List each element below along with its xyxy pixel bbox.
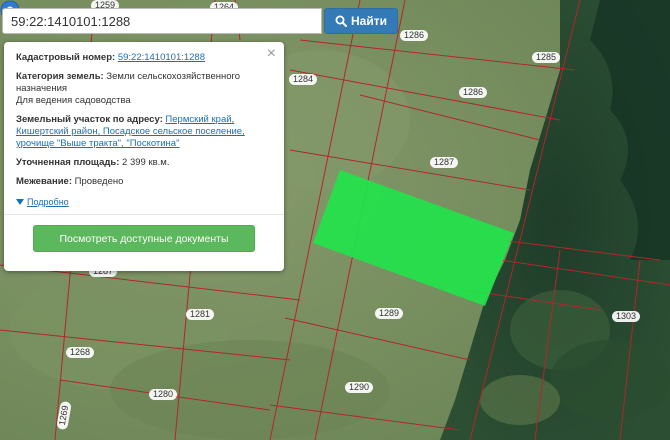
area-label: Уточненная площадь: (16, 157, 120, 168)
parcel-label: 1285 (532, 52, 561, 63)
search-button[interactable]: Найти (324, 8, 398, 34)
parcel-label: 1287 (430, 157, 459, 168)
land-category-label: Категория земель: (16, 71, 104, 82)
parcel-info-popup: × Кадастровый номер: 59:22:1410101:1288 … (4, 42, 284, 271)
cadastral-number-label: Кадастровый номер: (16, 52, 116, 63)
area-row: Уточненная площадь: 2 399 кв.м. (16, 157, 272, 169)
parcel-label: 1280 (149, 389, 178, 400)
cadastral-number-row: Кадастровый номер: 59:22:1410101:1288 (16, 52, 272, 64)
close-icon[interactable]: × (267, 46, 276, 62)
survey-row: Межевание: Проведено (16, 176, 272, 188)
parcel-label: 1289 (375, 308, 404, 319)
parcel-label: 1281 (186, 309, 215, 320)
survey-value: Проведено (74, 176, 124, 187)
land-usage-value: Для ведения садоводства (16, 95, 131, 106)
survey-label: Межевание: (16, 176, 72, 187)
search-input[interactable] (2, 8, 322, 34)
search-bar: Найти (2, 8, 398, 34)
search-button-label: Найти (351, 14, 387, 28)
address-label: Земельный участок по адресу: (16, 114, 163, 125)
cadastral-number-link[interactable]: 59:22:1410101:1288 (118, 52, 205, 63)
details-toggle[interactable]: Подробно (16, 196, 272, 208)
parcel-label: 1303 (612, 311, 641, 322)
view-documents-button[interactable]: Посмотреть доступные документы (33, 225, 255, 252)
details-toggle-label: Подробно (27, 197, 69, 207)
address-row: Земельный участок по адресу: Пермский кр… (16, 114, 272, 150)
parcel-label: 1268 (66, 347, 95, 358)
parcel-label: 1286 (400, 30, 429, 41)
triangle-down-icon (16, 199, 24, 205)
popup-divider (4, 214, 284, 215)
parcel-label: 1286 (459, 87, 488, 98)
land-category-row: Категория земель: Земли сельскохозяйстве… (16, 71, 272, 107)
area-value: 2 399 кв.м. (122, 157, 170, 168)
parcel-label: 1284 (289, 74, 318, 85)
search-icon (335, 15, 347, 27)
parcel-label: 1290 (345, 382, 374, 393)
